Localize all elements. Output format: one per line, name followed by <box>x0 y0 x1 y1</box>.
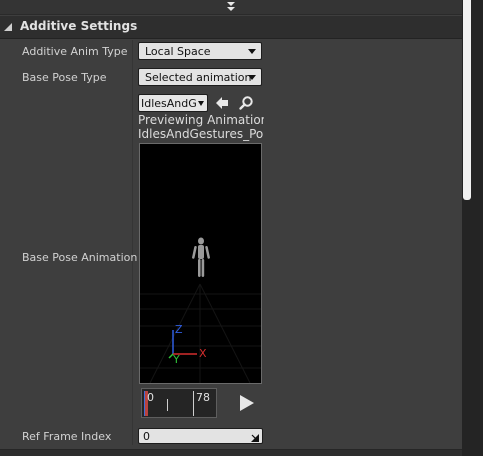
chevron-down-icon <box>198 101 204 106</box>
base-pose-animation-asset-value: IdlesAndGestures_Pointing <box>141 97 197 110</box>
base-pose-animation-asset-picker[interactable]: IdlesAndGestures_Pointing <box>138 94 208 112</box>
preview-title-text: Previewing Animation <box>138 113 264 127</box>
mannequin-figure <box>192 237 210 277</box>
preview-asset-name: IdlesAndGestures_Pointing <box>138 127 264 141</box>
chevron-down-icon <box>248 49 256 54</box>
section-title: Additive Settings <box>20 19 138 33</box>
use-selected-asset-arrow-icon[interactable] <box>214 95 230 111</box>
base-pose-type-value: Selected animation <box>145 71 252 84</box>
collapsed-section-strip <box>0 0 462 15</box>
floor-grid <box>140 283 261 383</box>
details-panel: Additive Settings Additive Anim Type Loc… <box>0 0 462 456</box>
additive-anim-type-label: Additive Anim Type <box>22 45 128 58</box>
play-icon[interactable] <box>236 393 256 413</box>
z-axis-label: Z <box>175 323 183 336</box>
vertical-scrollbar-thumb[interactable] <box>463 0 471 200</box>
x-axis-label: X <box>199 347 207 360</box>
section-header-additive-settings[interactable]: Additive Settings <box>0 16 462 39</box>
collapse-triangle-icon <box>4 23 12 31</box>
base-pose-type-label: Base Pose Type <box>22 71 107 84</box>
y-axis-label: Y <box>173 353 180 366</box>
preview-timeline-scrubber[interactable]: 0 78 <box>141 388 217 418</box>
additive-anim-type-value: Local Space <box>145 45 211 58</box>
chevron-down-icon <box>248 75 256 80</box>
browse-magnifier-icon[interactable] <box>238 95 254 111</box>
additive-anim-type-dropdown[interactable]: Local Space <box>138 42 262 60</box>
timeline-start-label: 0 <box>147 391 154 404</box>
base-pose-animation-label: Base Pose Animation <box>22 251 138 264</box>
timeline-tick <box>167 399 168 411</box>
ref-frame-index-input[interactable]: 0 <box>138 428 263 444</box>
timeline-end-label: 78 <box>196 391 210 404</box>
ref-frame-index-value: 0 <box>143 430 150 443</box>
expand-advanced-icon[interactable] <box>224 1 238 13</box>
ref-frame-index-label: Ref Frame Index <box>22 430 112 443</box>
timeline-end-marker <box>193 391 194 416</box>
base-pose-type-dropdown[interactable]: Selected animation <box>138 68 262 86</box>
next-section-edge <box>0 449 462 456</box>
animation-preview-viewport[interactable]: Z X Y <box>139 143 262 384</box>
column-splitter[interactable] <box>132 40 133 445</box>
resize-corner-icon[interactable] <box>251 432 259 442</box>
